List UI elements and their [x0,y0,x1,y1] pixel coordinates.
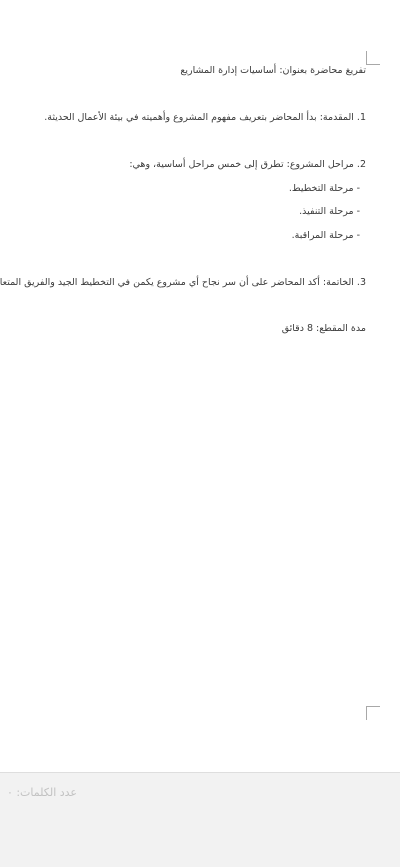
conclusion-paragraph[interactable]: 3. الخاتمة: أكد المحاضر على أن سر نجاح أ… [0,276,366,290]
document-page[interactable]: تفريغ محاضرة بعنوان: أساسيات إدارة المشا… [0,0,400,772]
word-count-label: عدد الكلمات: ٠ [6,786,77,799]
status-bar: عدد الكلمات: ٠ [0,772,400,867]
stage-item-monitoring[interactable]: - مرحلة المراقبة. [18,229,360,243]
page-corner-mark-top [366,51,380,65]
duration-line[interactable]: مدة المقطع: 8 دقائق [18,322,366,336]
stages-heading[interactable]: 2. مراحل المشروع: تطرق إلى خمس مراحل أسا… [18,158,366,172]
document-title-line[interactable]: تفريغ محاضرة بعنوان: أساسيات إدارة المشا… [18,64,366,78]
page-corner-mark-bottom [366,706,380,720]
intro-paragraph[interactable]: 1. المقدمة: بدأ المحاضر بتعريف مفهوم الم… [18,111,366,125]
stage-item-execution[interactable]: - مرحلة التنفيذ. [18,205,360,219]
stage-item-planning[interactable]: - مرحلة التخطيط. [18,182,360,196]
